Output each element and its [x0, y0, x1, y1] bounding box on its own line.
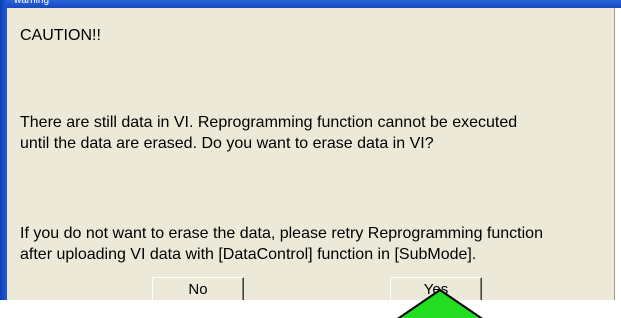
- message-line: until the data are erased. Do you want t…: [20, 135, 434, 152]
- message-line: If you do not want to erase the data, pl…: [20, 225, 543, 242]
- bottom-area: [0, 300, 621, 318]
- title-bar[interactable]: warning: [0, 0, 621, 8]
- green-up-arrow-icon: [397, 288, 483, 318]
- window-left-frame: [0, 0, 7, 300]
- message-area: CAUTION!! There are still data in VI. Re…: [7, 8, 612, 303]
- caution-heading: CAUTION!!: [20, 27, 101, 44]
- message-line: after uploading VI data with [DataContro…: [20, 246, 477, 263]
- message-line: There are still data in VI. Reprogrammin…: [20, 114, 518, 131]
- window-title: warning: [14, 0, 50, 6]
- warning-window: warning CAUTION!! There are still data i…: [0, 0, 621, 318]
- no-button[interactable]: No: [152, 277, 244, 302]
